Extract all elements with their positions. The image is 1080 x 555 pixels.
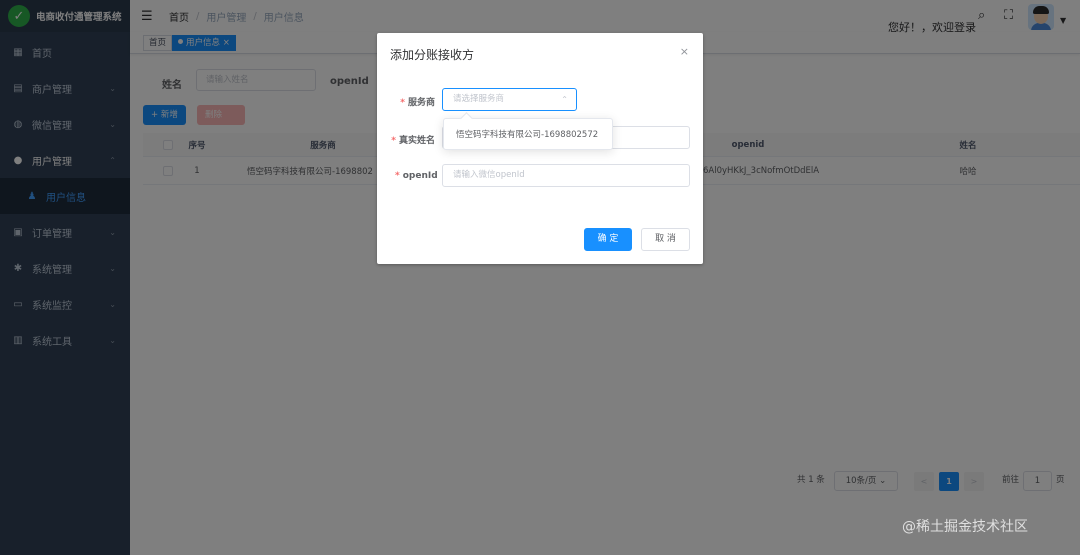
provider-select-placeholder: 请选择服务商 — [453, 94, 505, 104]
real-name-label-text: 真实姓名 — [398, 136, 435, 146]
provider-label: * 服务商 — [399, 95, 435, 108]
cancel-button[interactable]: 取 消 — [641, 228, 690, 251]
provider-label-text: 服务商 — [407, 98, 435, 108]
real-name-label: * 真实姓名 — [391, 133, 435, 146]
openid-input[interactable]: 请输入微信openId — [442, 164, 690, 187]
provider-select[interactable]: 请选择服务商 ⌃ — [442, 88, 577, 111]
confirm-button[interactable]: 确 定 — [584, 228, 632, 251]
watermark: @稀土掘金技术社区 — [902, 519, 1028, 535]
dropdown-option[interactable]: 悟空码字科技有限公司-1698802572 — [456, 128, 598, 140]
required-mark: * — [400, 98, 405, 108]
close-icon[interactable]: × — [680, 45, 689, 58]
required-mark: * — [391, 136, 396, 146]
provider-dropdown: 悟空码字科技有限公司-1698802572 — [443, 118, 613, 150]
chevron-up-icon: ⌃ — [561, 95, 568, 104]
required-mark: * — [395, 171, 400, 181]
openid-label: * openId — [395, 171, 438, 181]
openid-label-text: openId — [402, 171, 438, 181]
dialog-title: 添加分账接收方 — [390, 48, 475, 62]
